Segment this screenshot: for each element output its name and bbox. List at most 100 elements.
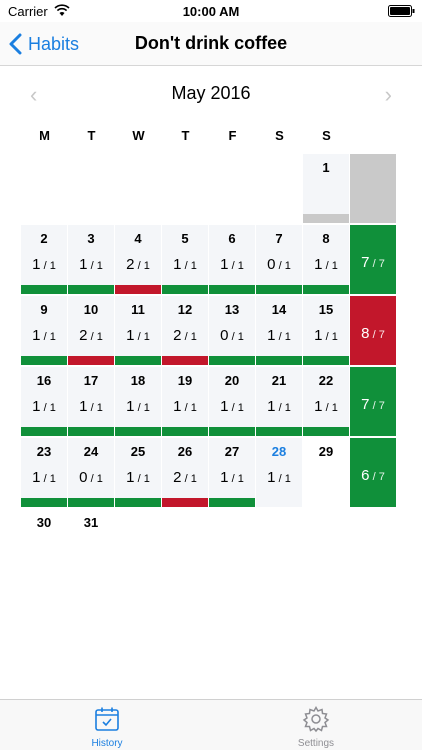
battery-icon xyxy=(388,5,415,17)
next-month-button[interactable]: › xyxy=(385,82,392,108)
count-limit-value: 1 xyxy=(237,260,244,272)
calendar-day-cell[interactable]: 17 1 / 1 xyxy=(68,367,114,436)
status-bar-green xyxy=(162,427,208,436)
calendar-day-cell[interactable]: 13 0 / 1 xyxy=(209,296,255,365)
calendar-day-cell[interactable]: 18 1 / 1 xyxy=(115,367,161,436)
calendar-day-cell[interactable]: 26 2 / 1 xyxy=(162,438,208,507)
day-count: 1 / 1 xyxy=(256,398,302,415)
week-total-text: 8 / 7 xyxy=(350,325,396,342)
calendar-day-cell[interactable]: 20 1 / 1 xyxy=(209,367,255,436)
week-total-cell[interactable]: 7 / 7 xyxy=(350,367,396,436)
day-number: 17 xyxy=(83,373,99,388)
tab-history[interactable]: History xyxy=(57,705,157,749)
count-limit: / 1 xyxy=(275,473,291,485)
count-value: 0 xyxy=(79,469,88,486)
count-value: 1 xyxy=(220,398,229,415)
week-total-cell[interactable]: 8 / 7 xyxy=(350,296,396,365)
count-limit-value: 1 xyxy=(143,260,150,272)
calendar-day-cell[interactable]: 12 2 / 1 xyxy=(162,296,208,365)
day-count: 1 / 1 xyxy=(115,327,161,344)
day-count: 1 / 1 xyxy=(115,469,161,486)
calendar-day-cell[interactable]: 28 1 / 1 xyxy=(256,438,302,507)
calendar-day-cell[interactable]: 22 1 / 1 xyxy=(303,367,349,436)
count-value: 1 xyxy=(32,256,41,273)
count-limit-value: 1 xyxy=(49,473,56,485)
count-limit: / 1 xyxy=(134,260,150,272)
week-total-limit-value: 7 xyxy=(378,471,385,483)
calendar-day-cell[interactable]: 15 1 / 1 xyxy=(303,296,349,365)
week-total-limit: / 7 xyxy=(369,400,385,412)
count-value: 1 xyxy=(267,327,276,344)
calendar-day-cell[interactable]: 16 1 / 1 xyxy=(21,367,67,436)
day-number: 19 xyxy=(177,373,193,388)
calendar-day-cell[interactable]: 21 1 / 1 xyxy=(256,367,302,436)
count-limit-value: 1 xyxy=(331,402,338,414)
day-count: 1 / 1 xyxy=(209,469,255,486)
day-count: 2 / 1 xyxy=(162,327,208,344)
tab-settings[interactable]: Settings xyxy=(266,705,366,749)
calendar-day-cell[interactable]: 27 1 / 1 xyxy=(209,438,255,507)
status-bar-green xyxy=(115,498,161,507)
count-limit-value: 1 xyxy=(143,331,150,343)
calendar-day-cell[interactable]: 9 1 / 1 xyxy=(21,296,67,365)
calendar-day-cell[interactable]: 23 1 / 1 xyxy=(21,438,67,507)
calendar-day-cell[interactable]: 4 2 / 1 xyxy=(115,225,161,294)
status-bar-green xyxy=(21,498,67,507)
count-limit: / 1 xyxy=(322,402,338,414)
count-limit: / 1 xyxy=(40,402,56,414)
day-count: 0 / 1 xyxy=(209,327,255,344)
day-number: 27 xyxy=(224,444,240,459)
day-number: 26 xyxy=(177,444,193,459)
week-total-cell[interactable]: 6 / 7 xyxy=(350,438,396,507)
day-number: 8 xyxy=(322,231,330,246)
status-bar-green xyxy=(209,498,255,507)
calendar-day-number[interactable]: 31 xyxy=(68,515,114,530)
count-value: 2 xyxy=(79,327,88,344)
month-title: May 2016 xyxy=(171,83,251,103)
week-total-limit: / 7 xyxy=(369,258,385,270)
status-bar-green xyxy=(209,285,255,294)
week-total-cell[interactable] xyxy=(350,154,396,223)
status-bar-green xyxy=(209,427,255,436)
calendar-day-cell[interactable]: 5 1 / 1 xyxy=(162,225,208,294)
week-total-value: 7 xyxy=(361,254,370,271)
calendar-day-cell[interactable]: 19 1 / 1 xyxy=(162,367,208,436)
status-bar-green xyxy=(115,427,161,436)
day-count: 1 / 1 xyxy=(162,398,208,415)
calendar-day-cell[interactable]: 1 xyxy=(303,154,349,223)
count-limit-value: 1 xyxy=(284,402,291,414)
calendar-day-cell[interactable]: 10 2 / 1 xyxy=(68,296,114,365)
weekday-header: M T W T F S S xyxy=(21,128,350,143)
calendar-day-cell[interactable]: 2 1 / 1 xyxy=(21,225,67,294)
day-count: 0 / 1 xyxy=(68,469,114,486)
calendar-day-cell[interactable]: 14 1 / 1 xyxy=(256,296,302,365)
tab-bar: History Settings xyxy=(0,699,422,750)
count-limit: / 1 xyxy=(322,260,338,272)
calendar-day-number[interactable]: 29 xyxy=(303,444,349,459)
calendar-day-cell[interactable]: 24 0 / 1 xyxy=(68,438,114,507)
day-count: 2 / 1 xyxy=(68,327,114,344)
count-limit-value: 1 xyxy=(96,473,103,485)
calendar-day-number[interactable]: 30 xyxy=(21,515,67,530)
day-number: 13 xyxy=(224,302,240,317)
calendar-day-cell[interactable]: 11 1 / 1 xyxy=(115,296,161,365)
week-total-cell[interactable]: 7 / 7 xyxy=(350,225,396,294)
calendar-day-cell[interactable]: 7 0 / 1 xyxy=(256,225,302,294)
calendar-day-cell[interactable]: 25 1 / 1 xyxy=(115,438,161,507)
count-limit-value: 1 xyxy=(284,331,291,343)
calendar-day-cell[interactable]: 8 1 / 1 xyxy=(303,225,349,294)
day-count: 1 / 1 xyxy=(303,327,349,344)
day-number: 28 xyxy=(271,444,287,459)
count-limit: / 1 xyxy=(87,260,103,272)
week-total-limit-value: 7 xyxy=(378,329,385,341)
count-value: 1 xyxy=(173,398,182,415)
day-number: 14 xyxy=(271,302,287,317)
week-total-text: 6 / 7 xyxy=(350,467,396,484)
status-bar-green xyxy=(256,356,302,365)
weekday-label: S xyxy=(275,128,284,143)
calendar-day-cell[interactable]: 6 1 / 1 xyxy=(209,225,255,294)
day-number: 11 xyxy=(131,302,145,317)
day-number: 5 xyxy=(181,231,189,246)
calendar-day-cell[interactable]: 3 1 / 1 xyxy=(68,225,114,294)
status-bar: Carrier 10:00 AM xyxy=(0,0,422,22)
